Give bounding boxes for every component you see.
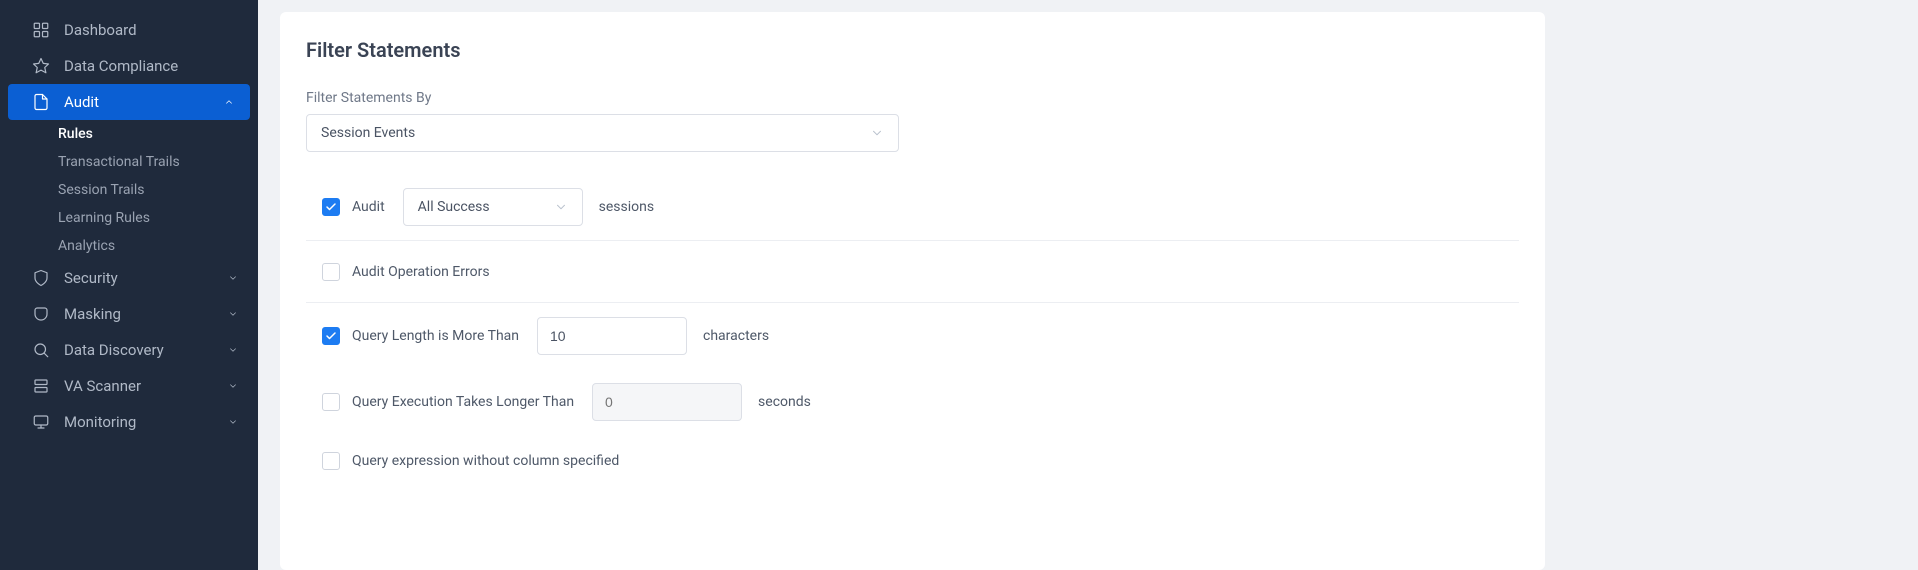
- query-length-checkbox[interactable]: [322, 327, 340, 345]
- shield-icon: [32, 269, 50, 287]
- sidebar-sub-item-analytics[interactable]: Analytics: [58, 232, 258, 260]
- chevron-down-icon: [228, 417, 238, 427]
- rule-row-audit: Audit All Success sessions: [306, 174, 1519, 241]
- page-title: Filter Statements: [306, 38, 1519, 62]
- sidebar-item-label: Data Compliance: [64, 57, 238, 75]
- query-length-suffix: characters: [703, 328, 769, 344]
- sidebar-item-label: Data Discovery: [64, 341, 228, 359]
- sidebar-sub-item-session-trails[interactable]: Session Trails: [58, 176, 258, 204]
- filter-by-select[interactable]: Session Events: [306, 114, 899, 152]
- filter-by-label: Filter Statements By: [306, 90, 1519, 106]
- chevron-down-icon: [228, 381, 238, 391]
- file-icon: [32, 93, 50, 111]
- rule-row-query-exec: Query Execution Takes Longer Than second…: [306, 369, 1519, 435]
- rule-row-op-errors: Audit Operation Errors: [306, 241, 1519, 303]
- chevron-down-icon: [554, 200, 568, 214]
- audit-checkbox[interactable]: [322, 198, 340, 216]
- sidebar-item-va-scanner[interactable]: VA Scanner: [0, 368, 258, 404]
- filter-by-value: Session Events: [321, 125, 415, 141]
- sidebar-item-label: Dashboard: [64, 21, 238, 39]
- sidebar-item-monitoring[interactable]: Monitoring: [0, 404, 258, 440]
- sidebar-item-label: Masking: [64, 305, 228, 323]
- query-exec-checkbox[interactable]: [322, 393, 340, 411]
- sidebar-item-audit[interactable]: Audit: [8, 84, 250, 120]
- sidebar-sub-item-learning-rules[interactable]: Learning Rules: [58, 204, 258, 232]
- monitor-icon: [32, 413, 50, 431]
- rule-row-query-expr: Query expression without column specifie…: [306, 435, 1519, 497]
- sidebar-item-label: Audit: [64, 93, 224, 111]
- sidebar-sub-item-rules[interactable]: Rules: [58, 120, 258, 148]
- chevron-down-icon: [228, 309, 238, 319]
- sidebar-item-label: VA Scanner: [64, 377, 228, 395]
- audit-suffix: sessions: [599, 199, 654, 215]
- sidebar-item-data-discovery[interactable]: Data Discovery: [0, 332, 258, 368]
- audit-label: Audit: [352, 199, 385, 215]
- sidebar-item-dashboard[interactable]: Dashboard: [0, 12, 258, 48]
- query-exec-input[interactable]: [592, 383, 742, 421]
- search-icon: [32, 341, 50, 359]
- chevron-up-icon: [224, 97, 234, 107]
- sidebar-sub-item-transactional-trails[interactable]: Transactional Trails: [58, 148, 258, 176]
- query-length-input[interactable]: [537, 317, 687, 355]
- query-length-label: Query Length is More Than: [352, 328, 519, 344]
- chevron-down-icon: [228, 345, 238, 355]
- audit-select-value: All Success: [418, 199, 490, 215]
- sidebar-item-label: Security: [64, 269, 228, 287]
- op-errors-checkbox[interactable]: [322, 263, 340, 281]
- sidebar-item-label: Monitoring: [64, 413, 228, 431]
- rule-rows: Audit All Success sessions Audit Operati…: [306, 174, 1519, 497]
- audit-select[interactable]: All Success: [403, 188, 583, 226]
- sidebar-item-masking[interactable]: Masking: [0, 296, 258, 332]
- op-errors-label: Audit Operation Errors: [352, 264, 490, 280]
- sidebar: Dashboard Data Compliance Audit Rules Tr…: [0, 0, 258, 570]
- query-expr-checkbox[interactable]: [322, 452, 340, 470]
- scanner-icon: [32, 377, 50, 395]
- star-icon: [32, 57, 50, 75]
- main: Filter Statements Filter Statements By S…: [258, 0, 1918, 570]
- chevron-down-icon: [228, 273, 238, 283]
- sidebar-sub-audit: Rules Transactional Trails Session Trail…: [0, 120, 258, 260]
- rule-row-query-length: Query Length is More Than characters: [306, 303, 1519, 369]
- filter-statements-card: Filter Statements Filter Statements By S…: [280, 12, 1545, 570]
- query-exec-label: Query Execution Takes Longer Than: [352, 394, 574, 410]
- sidebar-item-security[interactable]: Security: [0, 260, 258, 296]
- chevron-down-icon: [870, 126, 884, 140]
- query-expr-label: Query expression without column specifie…: [352, 453, 619, 469]
- sidebar-item-data-compliance[interactable]: Data Compliance: [0, 48, 258, 84]
- grid-icon: [32, 21, 50, 39]
- mask-icon: [32, 305, 50, 323]
- query-exec-suffix: seconds: [758, 394, 811, 410]
